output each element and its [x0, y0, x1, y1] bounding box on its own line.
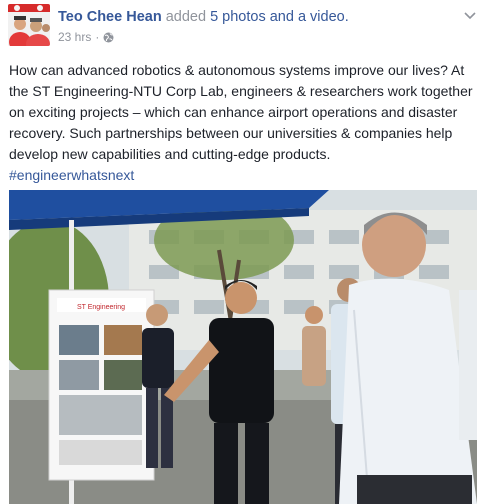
post-text: How can advanced robotics & autonomous s…	[9, 62, 473, 162]
poster-brand: ST Engineering	[77, 304, 125, 311]
globe-icon	[103, 32, 114, 43]
post-body: How can advanced robotics & autonomous s…	[9, 60, 479, 186]
author-name-link[interactable]: Teo Chee Hean	[58, 9, 162, 25]
meta-separator: ·	[95, 30, 100, 44]
post-meta: 23 hrs ·	[58, 30, 114, 44]
author-avatar[interactable]	[8, 4, 50, 46]
action-text: added	[165, 9, 207, 25]
feed-post: Teo Chee Hean added 5 photos and a video…	[0, 0, 485, 504]
post-photo[interactable]: ST Engineering	[9, 190, 477, 504]
timestamp-link[interactable]: 23 hrs	[58, 30, 91, 44]
photo-scene: ST Engineering	[9, 190, 477, 504]
chevron-down-icon[interactable]	[463, 8, 477, 20]
hashtag-link[interactable]: #engineerwhatsnext	[9, 167, 134, 183]
post-header: Teo Chee Hean added 5 photos and a video…	[58, 8, 349, 26]
media-link[interactable]: 5 photos and a video.	[210, 9, 349, 25]
